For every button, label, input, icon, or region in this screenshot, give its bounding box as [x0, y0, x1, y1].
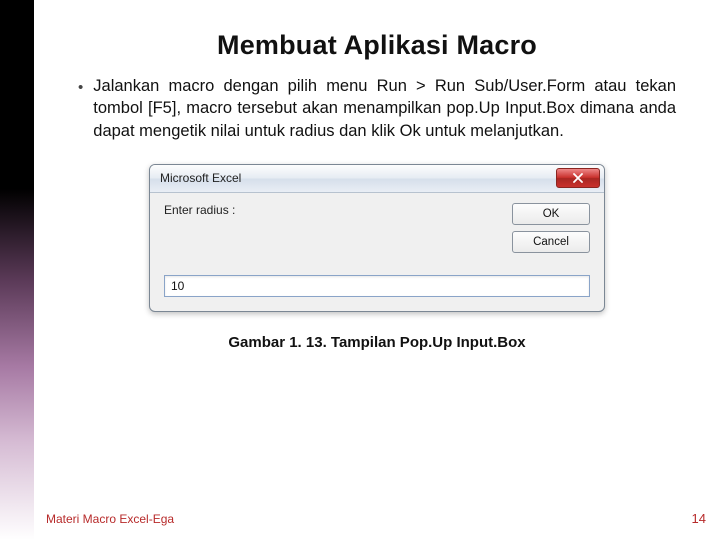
bullet-marker: • [78, 75, 83, 98]
bullet-text: Jalankan macro dengan pilih menu Run > R… [93, 75, 676, 142]
figure-container: Microsoft Excel Enter radius : OK Cancel [72, 164, 682, 312]
close-button[interactable] [556, 168, 600, 188]
inputbox-dialog: Microsoft Excel Enter radius : OK Cancel [149, 164, 605, 312]
dialog-titlebar[interactable]: Microsoft Excel [150, 165, 604, 193]
slide-title: Membuat Aplikasi Macro [72, 30, 682, 61]
dialog-title: Microsoft Excel [160, 171, 241, 185]
figure-caption: Gambar 1. 13. Tampilan Pop.Up Input.Box [72, 334, 682, 351]
close-icon [572, 173, 584, 183]
radius-input[interactable] [164, 275, 590, 297]
slide-content: Membuat Aplikasi Macro • Jalankan macro … [34, 0, 720, 540]
dialog-button-group: OK Cancel [512, 203, 590, 253]
dialog-body: Enter radius : OK Cancel [150, 193, 604, 311]
ok-button[interactable]: OK [512, 203, 590, 225]
bullet-item: • Jalankan macro dengan pilih menu Run >… [72, 75, 682, 142]
footer-source: Materi Macro Excel-Ega [46, 512, 174, 526]
cancel-button[interactable]: Cancel [512, 231, 590, 253]
page-number: 14 [692, 511, 706, 526]
slide-side-accent [0, 0, 34, 540]
